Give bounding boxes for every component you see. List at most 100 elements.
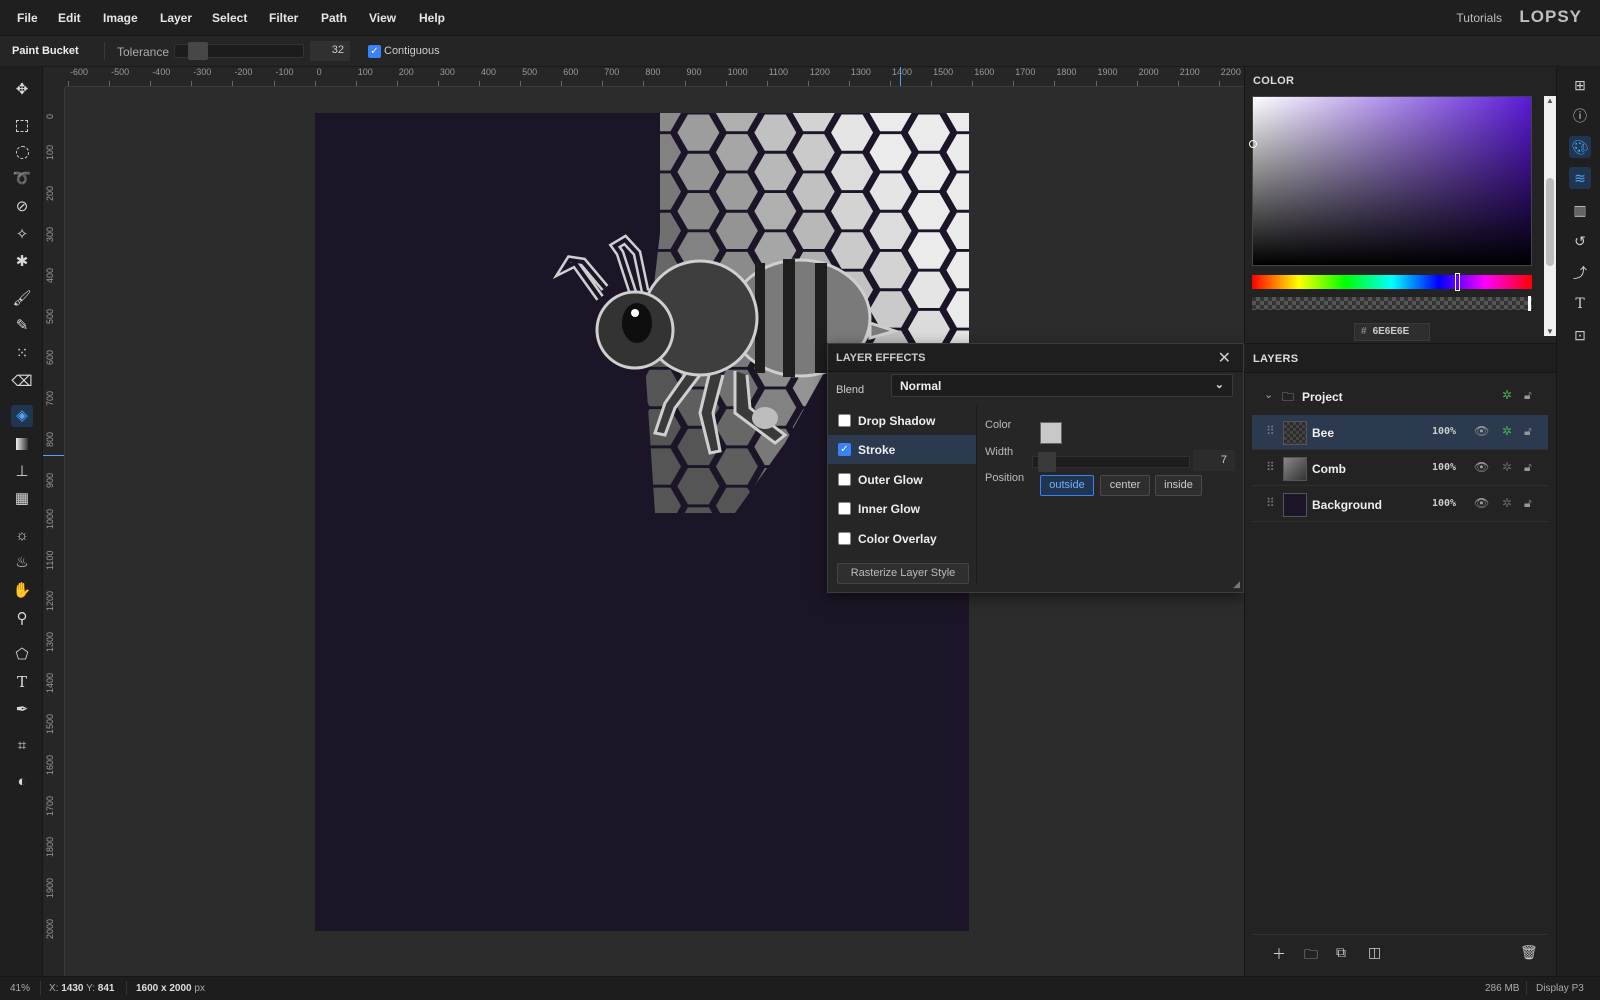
- add-layer-icon[interactable]: ＋: [1272, 944, 1286, 964]
- text-icon[interactable]: T: [11, 671, 33, 693]
- zoom-level[interactable]: 41%: [10, 983, 30, 994]
- tutorials-link[interactable]: Tutorials: [1456, 11, 1502, 25]
- drag-handle-icon[interactable]: ⠿: [1266, 460, 1275, 474]
- effect-color-overlay[interactable]: Color Overlay: [828, 524, 976, 553]
- menu-filter[interactable]: Filter: [269, 11, 298, 25]
- hex-input[interactable]: #6E6E6E: [1354, 323, 1430, 341]
- image-adjust-icon[interactable]: ⊡: [1569, 324, 1591, 346]
- alpha-slider[interactable]: [1252, 297, 1532, 310]
- blend-mode-select[interactable]: Normal ⌄: [891, 374, 1233, 397]
- columns-icon[interactable]: ▥: [1569, 199, 1591, 221]
- rect-select-icon[interactable]: [11, 115, 33, 137]
- menu-view[interactable]: View: [369, 11, 396, 25]
- color-panel-scrollbar[interactable]: ▲ ▼: [1544, 96, 1556, 336]
- pencil-icon[interactable]: ✎: [11, 315, 33, 337]
- ellipse-select-icon[interactable]: [11, 141, 33, 163]
- layer-row-background[interactable]: ⠿ Background 100% 👁︎ ✲ 🔓︎: [1252, 487, 1548, 522]
- menu-file[interactable]: File: [17, 11, 38, 25]
- trash-icon[interactable]: 🗑︎: [1520, 944, 1538, 961]
- quick-select-icon[interactable]: ⊘: [11, 196, 33, 218]
- layer-opacity[interactable]: 100%: [1432, 462, 1456, 473]
- drop-shadow-checkbox[interactable]: [838, 414, 851, 427]
- menu-image[interactable]: Image: [103, 11, 138, 25]
- hue-slider[interactable]: [1252, 275, 1532, 289]
- alpha-slider-handle[interactable]: [1528, 296, 1531, 311]
- fx-icon[interactable]: ✲: [1502, 460, 1512, 474]
- effect-drop-shadow[interactable]: Drop Shadow: [828, 406, 976, 435]
- fx-icon[interactable]: ✲: [1502, 388, 1512, 402]
- burn-icon[interactable]: ♨: [11, 552, 33, 574]
- scrollbar-thumb[interactable]: [1546, 178, 1554, 266]
- lock-icon[interactable]: 🔓︎: [1524, 496, 1532, 511]
- move-icon[interactable]: ✥: [11, 79, 33, 101]
- effect-stroke[interactable]: ✓ Stroke: [828, 435, 976, 464]
- lock-icon[interactable]: 🔓︎: [1524, 460, 1532, 475]
- clone-stamp-icon[interactable]: ⊥: [11, 461, 33, 483]
- eye-icon[interactable]: 👁︎: [1474, 460, 1489, 474]
- duplicate-icon[interactable]: ⧉: [1336, 944, 1346, 961]
- outer-glow-checkbox[interactable]: [838, 473, 851, 486]
- scroll-down-icon[interactable]: ▼: [1546, 327, 1554, 336]
- tolerance-value[interactable]: 32: [310, 41, 350, 61]
- close-icon[interactable]: ✕: [1218, 348, 1231, 368]
- stroke-color-swatch[interactable]: [1040, 422, 1062, 444]
- stroke-width-value[interactable]: 7: [1193, 450, 1235, 471]
- lock-icon[interactable]: 🔓︎: [1524, 424, 1532, 439]
- crop-icon[interactable]: ⌗: [11, 735, 33, 757]
- dodge-icon[interactable]: ☼: [11, 525, 33, 547]
- inner-glow-checkbox[interactable]: [838, 502, 851, 515]
- position-inside-button[interactable]: inside: [1155, 475, 1202, 496]
- scroll-up-icon[interactable]: ▲: [1546, 96, 1554, 105]
- hue-slider-handle[interactable]: [1455, 273, 1460, 291]
- layer-row-bee[interactable]: ⠿ Bee 100% 👁︎ ✲ 🔓︎: [1252, 415, 1548, 450]
- drag-handle-icon[interactable]: ⠿: [1266, 496, 1275, 510]
- stroke-width-slider-handle[interactable]: [1038, 452, 1056, 472]
- menu-select[interactable]: Select: [212, 11, 247, 25]
- eye-icon[interactable]: 👁︎: [1474, 496, 1489, 510]
- layer-opacity[interactable]: 100%: [1432, 498, 1456, 509]
- layer-group-project[interactable]: ⌄ 🗀 Project ✲ 🔓︎: [1252, 379, 1548, 414]
- magic-wand-icon[interactable]: ✧: [11, 224, 33, 246]
- pen-icon[interactable]: ✒: [11, 699, 33, 721]
- pattern-icon[interactable]: ▦: [11, 488, 33, 510]
- lasso-icon[interactable]: ➰: [11, 168, 33, 190]
- hand-icon[interactable]: ✋: [11, 580, 33, 602]
- polygon-icon[interactable]: ⬠: [11, 644, 33, 666]
- tolerance-slider-handle[interactable]: [188, 42, 208, 60]
- color-overlay-checkbox[interactable]: [838, 532, 851, 545]
- menu-path[interactable]: Path: [321, 11, 347, 25]
- stroke-checkbox[interactable]: ✓: [838, 443, 851, 456]
- gradient-icon[interactable]: [11, 433, 33, 455]
- lock-icon[interactable]: 🔓︎: [1524, 388, 1532, 403]
- menu-help[interactable]: Help: [419, 11, 445, 25]
- contrast-icon[interactable]: ◐: [11, 771, 33, 793]
- layers-icon[interactable]: ≋: [1569, 167, 1591, 189]
- add-folder-icon[interactable]: 🗀: [1304, 944, 1318, 968]
- contiguous-checkbox[interactable]: ✓: [368, 45, 381, 58]
- effect-inner-glow[interactable]: Inner Glow: [828, 494, 976, 523]
- text-panel-icon[interactable]: T: [1569, 293, 1591, 315]
- path-icon[interactable]: ⤴: [1569, 262, 1591, 284]
- info-icon[interactable]: ⓘ: [1569, 105, 1591, 127]
- effect-outer-glow[interactable]: Outer Glow: [828, 465, 976, 494]
- saturation-value-picker[interactable]: [1252, 96, 1532, 266]
- paint-bucket-icon[interactable]: ◈: [11, 405, 33, 427]
- mask-icon[interactable]: ◫: [1368, 944, 1381, 961]
- drag-handle-icon[interactable]: ⠿: [1266, 424, 1275, 438]
- spray-icon[interactable]: ⁙: [11, 343, 33, 365]
- fx-icon[interactable]: ✲: [1502, 424, 1512, 438]
- brush-icon[interactable]: 🖌: [11, 288, 33, 310]
- map-icon[interactable]: ⊞: [1569, 74, 1591, 96]
- history-icon[interactable]: ↺: [1569, 230, 1591, 252]
- rasterize-layer-style-button[interactable]: Rasterize Layer Style: [837, 563, 969, 584]
- layer-row-comb[interactable]: ⠿ Comb 100% 👁︎ ✲ 🔓︎: [1252, 451, 1548, 486]
- object-select-icon[interactable]: ✱: [11, 251, 33, 273]
- eraser-icon[interactable]: ⌫: [11, 371, 33, 393]
- menu-layer[interactable]: Layer: [160, 11, 192, 25]
- menu-edit[interactable]: Edit: [58, 11, 81, 25]
- position-outside-button[interactable]: outside: [1040, 475, 1094, 496]
- eyedropper-icon[interactable]: ⚲: [11, 608, 33, 630]
- layer-opacity[interactable]: 100%: [1432, 426, 1456, 437]
- fx-icon[interactable]: ✲: [1502, 496, 1512, 510]
- palette-icon[interactable]: 🎨︎: [1569, 136, 1591, 158]
